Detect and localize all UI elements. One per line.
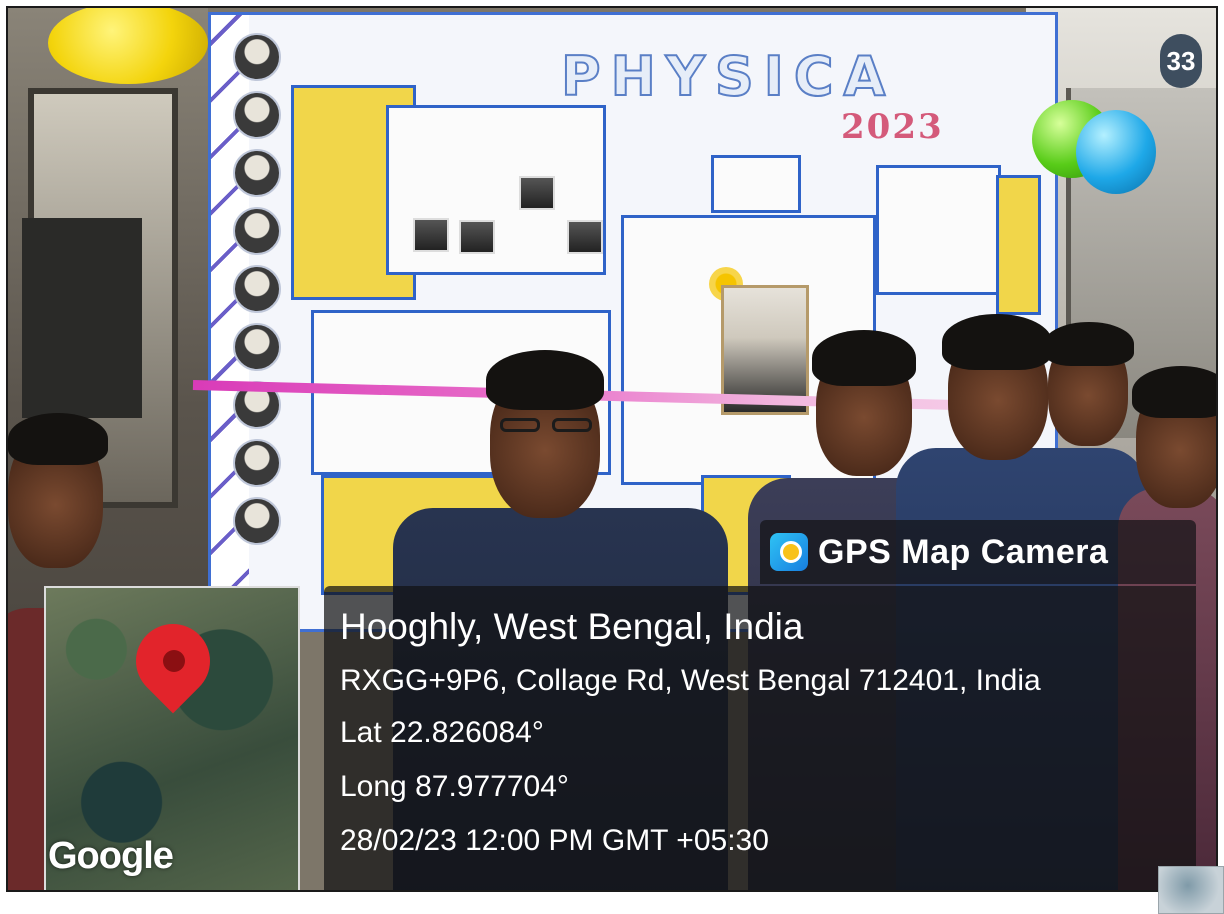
board-title: PHYSICA [560,44,896,109]
person-hair [1132,366,1216,418]
room-number-badge: 33 [1160,34,1202,88]
gps-map-camera-icon [770,533,808,571]
board-panel [386,105,606,275]
panel-photo [519,176,555,210]
gps-datetime: 28/02/23 12:00 PM GMT +05:30 [340,824,769,857]
board-panel [711,155,801,213]
panel-photo [413,218,449,252]
portrait [233,33,281,81]
gps-app-name: GPS Map Camera [818,532,1109,571]
portrait [233,207,281,255]
panel-photo [567,220,603,254]
person-hair [812,330,916,386]
map-thumbnail: Google [44,586,300,890]
map-brand-label: Google [48,835,174,877]
scientist-portrait-column [227,33,287,593]
blue-balloon [1076,110,1156,194]
panel-photo [459,220,495,254]
gps-app-header: GPS Map Camera [760,520,1196,584]
person-hair [486,350,604,410]
map-pin-center [163,650,185,672]
glasses-right [552,418,592,432]
gps-city: Hooghly, West Bengal, India [340,606,804,647]
portrait [233,91,281,139]
portrait [233,265,281,313]
portrait [233,323,281,371]
portrait [233,149,281,197]
gps-longitude: Long 87.977704° [340,770,569,803]
person-hair [942,314,1052,370]
door-opening [22,218,142,418]
person-hair [8,413,108,465]
board-year: 2023 [841,107,944,147]
photo: 33 PHYSICA 2023 GPS Map Camera Hooghly, … [6,6,1218,892]
person-hair [1044,322,1134,366]
portrait [233,497,281,545]
gps-latitude: Lat 22.826084° [340,716,544,749]
board-panel [996,175,1041,315]
portrait [233,439,281,487]
board-panel [876,165,1001,295]
corner-thumbnail [1158,866,1224,914]
glasses-left [500,418,540,432]
gps-info-panel: Hooghly, West Bengal, India RXGG+9P6, Co… [324,586,1196,890]
gps-address: RXGG+9P6, Collage Rd, West Bengal 712401… [340,664,1041,697]
